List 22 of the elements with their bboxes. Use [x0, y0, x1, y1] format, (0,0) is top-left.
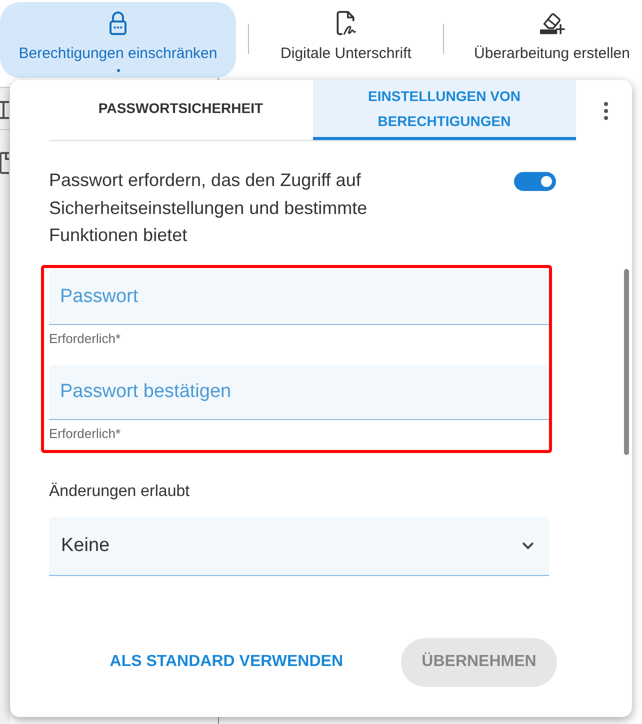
toolbar-button[interactable]: Digitale Unterschrift: [249, 2, 443, 78]
field-label: Änderungen erlaubt: [49, 482, 190, 502]
toolbar-button[interactable]: Überarbeitung erstellen: [444, 2, 642, 78]
signed-document-icon: [335, 11, 357, 35]
save-icon[interactable]: [0, 152, 9, 174]
indicator-dot-icon: [116, 69, 120, 72]
toggle-switch[interactable]: [514, 172, 556, 191]
password-field[interactable]: Passwort bestätigen: [49, 364, 549, 420]
toolbar-button[interactable]: Berechtigungen einschränken: [0, 2, 236, 78]
password-field[interactable]: Passwort: [49, 270, 549, 324]
tab[interactable]: PASSWORTSICHERHEIT: [49, 80, 312, 140]
eraser-plus-icon: [537, 11, 567, 35]
i-beam-icon[interactable]: [0, 101, 9, 119]
default-link-button[interactable]: ALS STANDARD VERWENDEN: [98, 638, 355, 686]
scrollbar-thumb[interactable]: [624, 269, 629, 455]
more-options-icon[interactable]: [604, 102, 608, 120]
lock-icon: [109, 11, 127, 35]
dropdown-field[interactable]: Keine: [49, 516, 549, 576]
helper-text: Erforderlich*: [49, 330, 121, 346]
chevron-down-icon: [522, 542, 534, 550]
helper-text: Erforderlich*: [49, 426, 121, 442]
toggle-label: Passwort erfordern, das den Zugriff auf Sicherheitseinstellungen und bestimmte Funktionen bietet: [49, 169, 368, 247]
